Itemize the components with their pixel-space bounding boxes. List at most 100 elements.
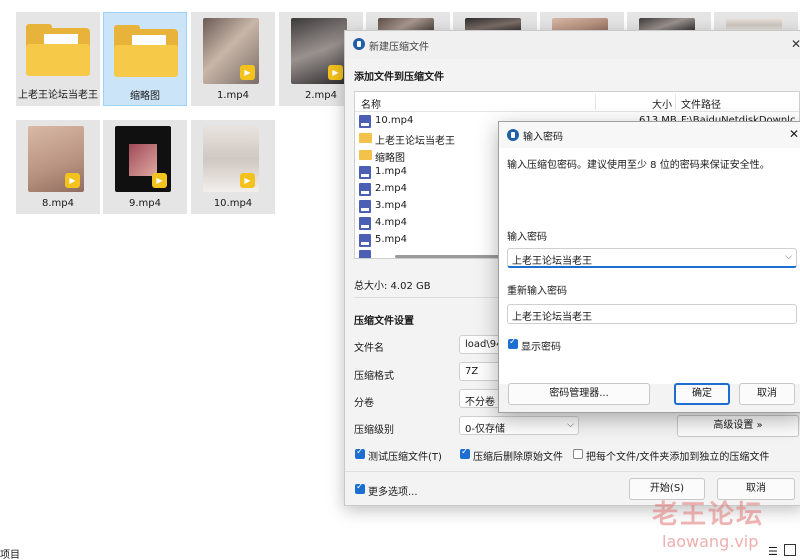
test-archive-label: 测试压缩文件(T) bbox=[368, 452, 442, 463]
player-badge-icon: ▶ bbox=[328, 65, 343, 80]
player-badge-icon: ▶ bbox=[152, 173, 167, 188]
video-item[interactable] bbox=[627, 12, 711, 32]
password-dialog-title: 输入密码 bbox=[523, 132, 563, 143]
video-file-icon bbox=[359, 166, 371, 179]
video-thumbnail: ▶ bbox=[203, 18, 259, 84]
video-file-icon bbox=[359, 183, 371, 196]
file-name: 1.mp4 bbox=[375, 166, 407, 177]
password-cancel-button[interactable]: 取消 bbox=[739, 383, 795, 405]
password-manager-button[interactable]: 密码管理器... bbox=[508, 383, 650, 405]
dialog-titlebar[interactable]: 新建压缩文件 ✕ bbox=[345, 31, 800, 59]
video-item[interactable] bbox=[453, 12, 537, 32]
show-password-label: 显示密码 bbox=[521, 342, 561, 353]
video-label: 1.mp4 bbox=[217, 90, 249, 101]
level-select[interactable]: 0-仅存储 ⌵ bbox=[459, 416, 579, 435]
close-icon[interactable]: ✕ bbox=[791, 37, 800, 51]
dialog-title: 新建压缩文件 bbox=[369, 42, 429, 53]
filename-label: 文件名 bbox=[354, 343, 384, 354]
player-badge-icon: ▶ bbox=[65, 173, 80, 188]
split-select[interactable]: 不分卷 bbox=[459, 389, 503, 408]
file-name: 5.mp4 bbox=[375, 234, 407, 245]
video-item[interactable] bbox=[366, 12, 450, 32]
video-file-icon bbox=[359, 115, 371, 128]
enter-password-label: 输入密码 bbox=[507, 232, 547, 243]
file-list-header: 名称 大小 文件路径 bbox=[355, 92, 799, 112]
chevron-down-icon: ⌵ bbox=[567, 420, 574, 430]
password-value: 上老王论坛当老王 bbox=[512, 256, 592, 267]
chevron-down-icon[interactable]: ⌵ bbox=[785, 252, 792, 262]
folder-icon bbox=[26, 24, 90, 76]
file-name: 上老王论坛当老王 bbox=[375, 136, 455, 147]
video-thumbnail: ▶ bbox=[115, 126, 171, 192]
folder-item-selected[interactable]: 缩略图 bbox=[103, 12, 187, 106]
video-label: 8.mp4 bbox=[42, 198, 74, 209]
folder-item[interactable]: 上老王论坛当老王 bbox=[16, 12, 100, 106]
more-options-checkbox[interactable] bbox=[355, 482, 365, 494]
column-size[interactable]: 大小 bbox=[652, 96, 672, 111]
password-dialog-titlebar[interactable]: 输入密码 ✕ bbox=[499, 122, 800, 148]
app-icon bbox=[353, 38, 365, 50]
player-badge-icon: ▶ bbox=[240, 65, 255, 80]
video-file-icon bbox=[359, 200, 371, 213]
level-value: 0-仅存储 bbox=[465, 424, 505, 435]
video-item[interactable] bbox=[540, 12, 624, 32]
format-select[interactable]: 7Z bbox=[459, 362, 503, 381]
settings-heading: 压缩文件设置 bbox=[354, 316, 414, 327]
thumbnail-view-icon[interactable] bbox=[784, 544, 796, 556]
ok-button[interactable]: 确定 bbox=[674, 383, 730, 405]
total-size: 总大小: 4.02 GB bbox=[354, 281, 431, 292]
video-item[interactable]: ▶ 8.mp4 bbox=[16, 120, 100, 214]
reenter-password-input[interactable]: 上老王论坛当老王 bbox=[507, 304, 797, 324]
folder-icon bbox=[114, 25, 178, 77]
add-files-heading: 添加文件到压缩文件 bbox=[354, 72, 444, 83]
column-name[interactable]: 名称 bbox=[361, 96, 381, 111]
close-icon[interactable]: ✕ bbox=[789, 127, 799, 141]
file-name: 3.mp4 bbox=[375, 200, 407, 211]
folder-icon bbox=[359, 150, 372, 160]
video-thumbnail: ▶ bbox=[28, 126, 84, 192]
format-label: 压缩格式 bbox=[354, 371, 394, 382]
video-thumbnail: ▶ bbox=[291, 18, 347, 84]
level-label: 压缩级别 bbox=[354, 425, 394, 436]
file-name: 缩略图 bbox=[375, 153, 405, 164]
file-name: 10.mp4 bbox=[375, 115, 414, 126]
app-icon bbox=[507, 129, 519, 141]
reenter-password-value: 上老王论坛当老王 bbox=[512, 312, 592, 323]
status-item-count: 项目 bbox=[0, 550, 20, 560]
more-options-label[interactable]: 更多选项... bbox=[368, 483, 418, 498]
separate-archives-checkbox[interactable] bbox=[573, 449, 583, 459]
filename-field[interactable]: load\94 bbox=[459, 335, 503, 354]
format-value: 7Z bbox=[465, 366, 479, 377]
video-item[interactable]: ▶ 1.mp4 bbox=[191, 12, 275, 106]
video-item[interactable] bbox=[714, 12, 798, 32]
column-path[interactable]: 文件路径 bbox=[681, 96, 721, 111]
separate-archives-label: 把每个文件/文件夹添加到独立的压缩文件 bbox=[586, 452, 770, 463]
player-badge-icon: ▶ bbox=[240, 173, 255, 188]
watermark-text: 老王论坛 bbox=[652, 500, 765, 530]
video-label: 9.mp4 bbox=[129, 198, 161, 209]
show-password-checkbox[interactable] bbox=[508, 337, 518, 349]
video-label: 10.mp4 bbox=[213, 198, 253, 209]
file-name: 2.mp4 bbox=[375, 183, 407, 194]
details-view-icon[interactable]: ☰ bbox=[768, 545, 778, 558]
folder-label: 上老王论坛当老王 bbox=[18, 90, 98, 101]
split-label: 分卷 bbox=[354, 398, 374, 409]
filename-value: load\94 bbox=[465, 339, 503, 350]
video-item[interactable]: ▶ 10.mp4 bbox=[191, 120, 275, 214]
file-name: 4.mp4 bbox=[375, 217, 407, 228]
watermark-url: laowang.vip bbox=[662, 532, 759, 551]
reenter-password-label: 重新输入密码 bbox=[507, 286, 567, 297]
video-item[interactable]: ▶ 9.mp4 bbox=[103, 120, 187, 214]
split-value: 不分卷 bbox=[465, 397, 495, 408]
folder-icon bbox=[359, 133, 372, 143]
password-input[interactable]: 上老王论坛当老王 ⌵ bbox=[507, 248, 797, 268]
video-file-icon bbox=[359, 234, 371, 247]
advanced-settings-button[interactable]: 高级设置 » bbox=[677, 415, 799, 437]
test-archive-checkbox[interactable] bbox=[355, 447, 365, 459]
password-dialog-body: 输入压缩包密码。建议使用至少 8 位的密码来保证安全性。 输入密码 上老王论坛当… bbox=[499, 148, 800, 384]
video-thumbnail: ▶ bbox=[203, 126, 259, 192]
video-file-icon bbox=[359, 217, 371, 230]
password-hint: 输入压缩包密码。建议使用至少 8 位的密码来保证安全性。 bbox=[507, 160, 770, 171]
delete-source-checkbox[interactable] bbox=[460, 447, 470, 459]
delete-source-label: 压缩后删除原始文件 bbox=[473, 452, 563, 463]
